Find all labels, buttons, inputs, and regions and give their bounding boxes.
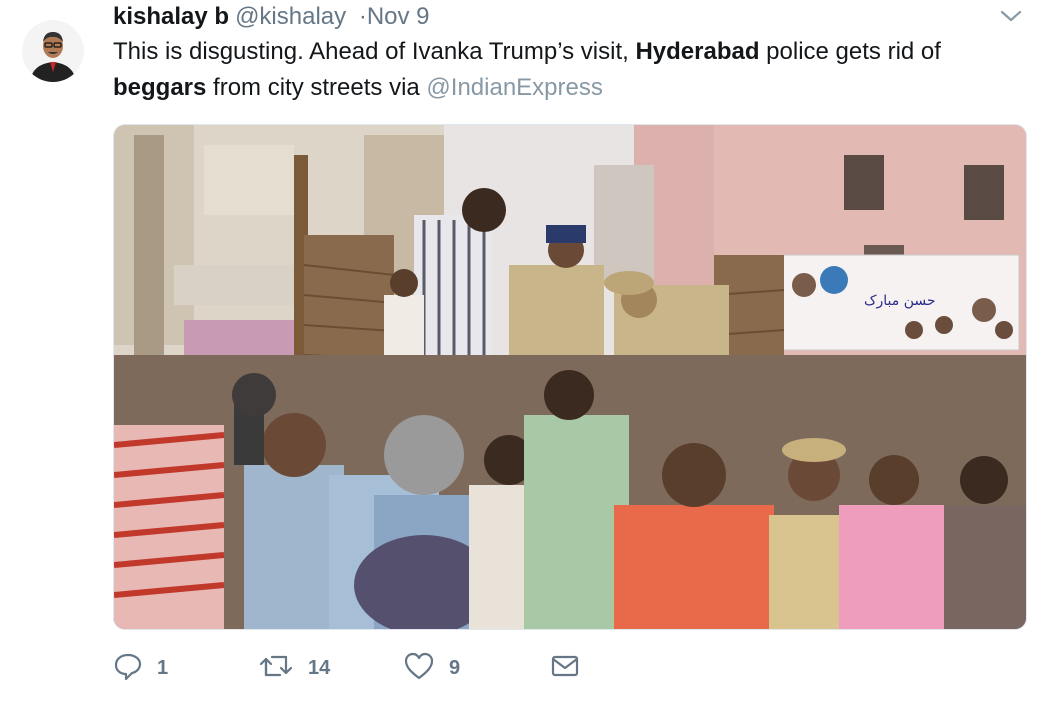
tweet-actions: 1 14 9 <box>113 648 613 688</box>
avatar[interactable] <box>22 20 84 82</box>
tweet-photo[interactable]: حسن مبارک <box>113 124 1027 630</box>
mention-link[interactable]: @IndianExpress <box>426 74 602 101</box>
banner-text: حسن مبارک <box>864 293 936 309</box>
tweet-text-part: police gets rid of <box>759 38 941 65</box>
tweet-text-part: This is disgusting. Ahead of Ivanka Trum… <box>113 38 636 65</box>
chevron-down-icon[interactable] <box>998 6 1024 26</box>
tweet-text-part: from city streets via <box>206 74 427 101</box>
like-button[interactable]: 9 <box>403 648 460 688</box>
heart-icon <box>403 651 435 686</box>
tweet: kishalay b @kishalay ·Nov 9 This is disgu… <box>0 0 1042 702</box>
like-count: 9 <box>449 656 461 679</box>
hashtag-like-bold: beggars <box>113 74 207 101</box>
reply-button[interactable]: 1 <box>113 648 168 688</box>
envelope-icon <box>550 651 580 686</box>
direct-message-button[interactable] <box>550 648 580 688</box>
retweet-icon <box>258 651 294 686</box>
tweet-text: This is disgusting. Ahead of Ivanka Trum… <box>113 34 1023 106</box>
tweet-header: kishalay b @kishalay ·Nov 9 <box>113 2 430 32</box>
retweet-button[interactable]: 14 <box>258 648 330 688</box>
timestamp[interactable]: Nov 9 <box>367 3 430 30</box>
reply-icon <box>113 651 143 686</box>
reply-count: 1 <box>157 656 169 679</box>
retweet-count: 14 <box>308 656 331 679</box>
hashtag-like-bold: Hyderabad <box>635 38 760 65</box>
author-name[interactable]: kishalay b <box>113 3 229 30</box>
separator-dot: · <box>358 3 367 30</box>
author-handle[interactable]: @kishalay <box>235 3 346 30</box>
